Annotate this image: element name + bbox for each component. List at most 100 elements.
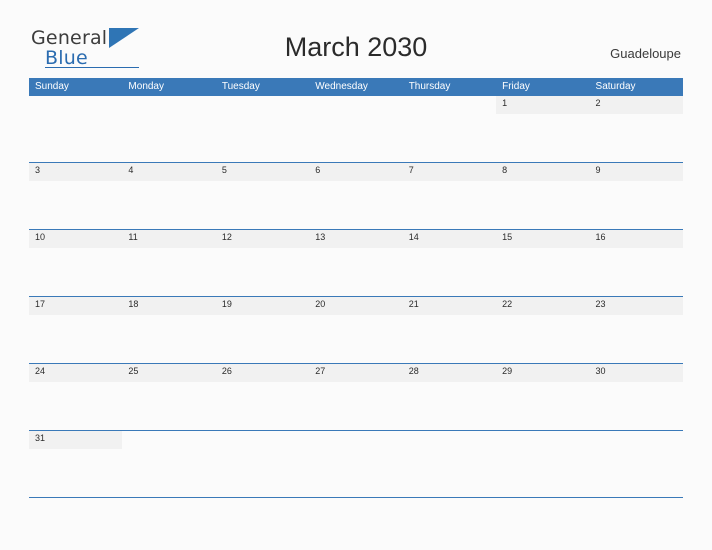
day-shade xyxy=(589,163,683,181)
day-cell[interactable] xyxy=(309,431,402,497)
day-shade xyxy=(496,96,590,114)
day-cell[interactable]: 7 xyxy=(402,163,497,229)
day-cell[interactable]: 5 xyxy=(215,163,310,229)
day-cell[interactable]: 9 xyxy=(589,163,683,229)
day-number: 10 xyxy=(35,232,46,242)
day-cell[interactable]: 10 xyxy=(29,230,123,296)
day-cell[interactable] xyxy=(403,96,496,162)
day-cell[interactable]: 3 xyxy=(29,163,123,229)
day-number: 24 xyxy=(35,366,46,376)
day-cell[interactable]: 21 xyxy=(402,297,497,363)
day-number: 25 xyxy=(128,366,139,376)
day-shade xyxy=(309,96,402,114)
day-shade xyxy=(122,163,216,181)
day-cell[interactable] xyxy=(496,431,589,497)
day-number: 17 xyxy=(35,299,46,309)
day-shade xyxy=(29,163,123,181)
week-row: 10 11 12 13 14 15 16 xyxy=(29,230,683,297)
day-number: 2 xyxy=(595,98,601,108)
day-cell[interactable]: 12 xyxy=(215,230,310,296)
day-cell[interactable]: 19 xyxy=(215,297,310,363)
day-cell[interactable] xyxy=(29,96,122,162)
day-number: 29 xyxy=(502,366,513,376)
day-cell[interactable]: 1 xyxy=(496,96,590,162)
weekday-monday: Monday xyxy=(122,78,216,96)
weekday-sunday: Sunday xyxy=(29,78,123,96)
day-cell[interactable]: 4 xyxy=(122,163,216,229)
day-cell[interactable]: 30 xyxy=(589,364,683,430)
locale-label: Guadeloupe xyxy=(610,46,681,61)
day-cell[interactable]: 31 xyxy=(29,431,123,497)
weekday-friday: Friday xyxy=(496,78,590,96)
day-cell[interactable]: 11 xyxy=(122,230,216,296)
day-number: 7 xyxy=(408,165,414,175)
day-shade xyxy=(496,163,590,181)
day-shade xyxy=(309,431,402,449)
day-cell[interactable]: 8 xyxy=(496,163,590,229)
day-number: 4 xyxy=(128,165,134,175)
weekday-header-row: Sunday Monday Tuesday Wednesday Thursday… xyxy=(29,78,683,96)
day-cell[interactable]: 16 xyxy=(589,230,683,296)
day-cell[interactable]: 25 xyxy=(122,364,216,430)
page-title: March 2030 xyxy=(284,32,428,62)
day-number: 8 xyxy=(502,165,508,175)
day-shade xyxy=(216,96,309,114)
week-row: 31 xyxy=(29,431,683,498)
day-cell[interactable] xyxy=(216,431,309,497)
day-number: 13 xyxy=(315,232,326,242)
weekday-wednesday: Wednesday xyxy=(309,78,403,96)
day-number: 3 xyxy=(35,165,41,175)
day-cell[interactable]: 13 xyxy=(309,230,403,296)
day-number: 27 xyxy=(315,366,326,376)
day-cell[interactable]: 27 xyxy=(309,364,403,430)
day-shade xyxy=(309,163,403,181)
day-cell[interactable] xyxy=(590,431,683,497)
day-cell[interactable]: 6 xyxy=(309,163,403,229)
day-shade xyxy=(29,96,122,114)
day-cell[interactable] xyxy=(216,96,309,162)
day-shade xyxy=(589,96,683,114)
day-cell[interactable]: 18 xyxy=(122,297,216,363)
weekday-saturday: Saturday xyxy=(590,78,683,96)
day-shade xyxy=(216,431,309,449)
day-number: 5 xyxy=(221,165,227,175)
day-cell[interactable]: 26 xyxy=(215,364,310,430)
day-cell[interactable] xyxy=(403,431,496,497)
week-row: 17 18 19 20 21 22 23 xyxy=(29,297,683,364)
day-cell[interactable]: 15 xyxy=(496,230,590,296)
day-number: 31 xyxy=(35,433,46,443)
day-number: 20 xyxy=(315,299,326,309)
day-cell[interactable] xyxy=(122,431,215,497)
day-number: 26 xyxy=(221,366,232,376)
week-row: 24 25 26 27 28 29 30 xyxy=(29,364,683,431)
day-cell[interactable]: 24 xyxy=(29,364,123,430)
day-cell[interactable]: 28 xyxy=(402,364,497,430)
day-number: 30 xyxy=(595,366,606,376)
day-cell[interactable]: 22 xyxy=(496,297,590,363)
day-cell[interactable]: 29 xyxy=(496,364,590,430)
day-number: 21 xyxy=(408,299,419,309)
calendar-grid: Sunday Monday Tuesday Wednesday Thursday… xyxy=(29,78,683,498)
day-number: 14 xyxy=(408,232,419,242)
day-shade xyxy=(403,431,496,449)
calendar-page: General Blue March 2030 Guadeloupe Sunda… xyxy=(0,0,712,550)
day-number: 19 xyxy=(221,299,232,309)
day-number: 28 xyxy=(408,366,419,376)
day-cell[interactable]: 20 xyxy=(309,297,403,363)
day-number: 1 xyxy=(502,98,508,108)
day-cell[interactable]: 17 xyxy=(29,297,123,363)
week-row: 3 4 5 6 7 8 9 xyxy=(29,163,683,230)
day-cell[interactable]: 14 xyxy=(402,230,497,296)
page-header: General Blue March 2030 Guadeloupe xyxy=(0,0,712,76)
day-shade xyxy=(402,163,497,181)
day-shade xyxy=(215,163,310,181)
day-cell[interactable]: 23 xyxy=(589,297,683,363)
day-cell[interactable] xyxy=(122,96,215,162)
day-cell[interactable] xyxy=(309,96,402,162)
day-cell[interactable]: 2 xyxy=(589,96,683,162)
day-number: 11 xyxy=(128,232,138,242)
day-number: 23 xyxy=(595,299,606,309)
day-number: 15 xyxy=(502,232,513,242)
day-number: 22 xyxy=(502,299,513,309)
week-row: 1 2 xyxy=(29,96,683,163)
